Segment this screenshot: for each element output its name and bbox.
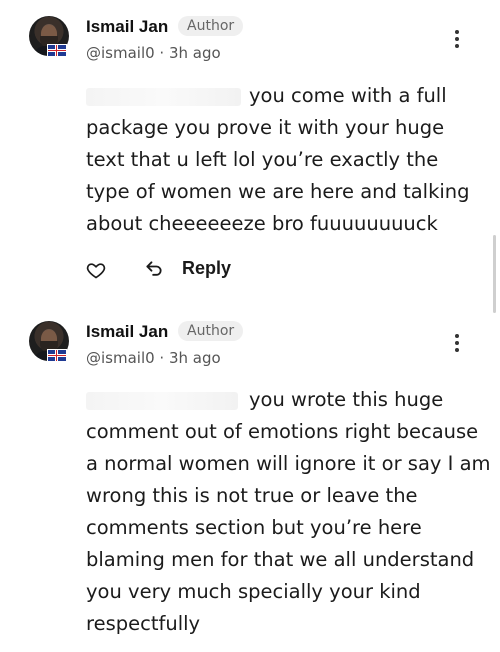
comment-line: you very much specially your kind [86,580,421,603]
author-handle[interactable]: @ismail0 · 3h ago [86,349,221,367]
comment-line: you come with a full [249,84,447,107]
author-badge: Author [178,321,244,341]
comment-text: you wrote this huge comment out of emoti… [86,384,491,640]
author-name[interactable]: Ismail Jan [86,322,168,342]
comment-line: about cheeeeeeze bro fuuuuuuuuck [86,212,438,235]
comment-line: you wrote this huge [249,388,444,411]
more-vertical-icon[interactable] [452,28,462,52]
reply-button[interactable]: Reply [182,258,231,279]
comment-line: a normal women will ignore it or say I a… [86,452,491,475]
uk-flag-icon [47,44,67,57]
uk-flag-icon [47,349,67,362]
comment-line: blaming men for that we all understand [86,548,475,571]
comment-text: you come with a full package you prove i… [86,80,482,240]
more-vertical-icon[interactable] [452,332,462,356]
comment-line: wrong this is not true or leave the [86,484,418,507]
comment-line: text that u left lol you’re exactly the [86,148,439,171]
comment-line: type of women we are here and talking [86,180,470,203]
comment-line: comment out of emotions right because [86,420,479,443]
author-handle[interactable]: @ismail0 · 3h ago [86,44,221,62]
reply-arrow-icon[interactable] [144,259,164,279]
comment-line: package you prove it with your huge [86,116,445,139]
heart-outline-icon[interactable] [86,260,106,280]
author-name[interactable]: Ismail Jan [86,17,168,37]
comment-actions: Reply [86,256,266,286]
scrollbar[interactable] [493,235,496,313]
comment-line: comments section but you’re here [86,516,422,539]
author-badge: Author [178,16,244,36]
comment-line: respectfully [86,612,201,635]
